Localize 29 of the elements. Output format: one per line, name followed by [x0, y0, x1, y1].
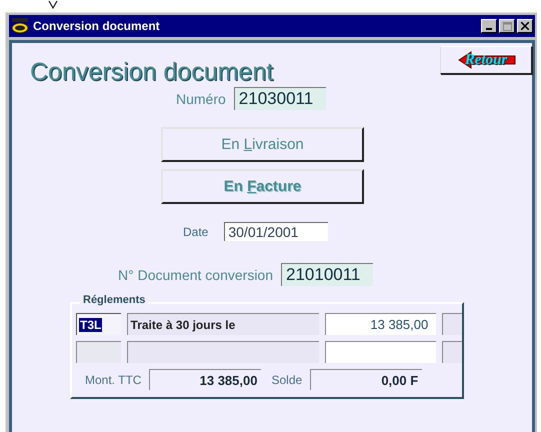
arrow-icon [457, 51, 517, 69]
amount-cell[interactable]: 13 385,00 [325, 313, 436, 335]
table-cell[interactable] [442, 313, 462, 335]
maximize-icon [502, 22, 512, 30]
maximize-button[interactable] [499, 19, 515, 33]
table-cell[interactable] [442, 341, 462, 363]
total-label: Mont. TTC [85, 372, 142, 386]
document-conversion-label: N° Document conversion [118, 266, 273, 282]
code-cell[interactable] [76, 341, 121, 363]
minimize-button[interactable] [481, 19, 497, 33]
window-title: Conversion document [33, 19, 161, 33]
close-button[interactable] [517, 19, 533, 33]
numero-label: Numéro [176, 90, 226, 106]
document-conversion-field: 21010011 [281, 263, 373, 286]
label-cell[interactable] [126, 341, 320, 363]
total-field: 13 385,00 [149, 369, 262, 390]
date-label: Date [183, 224, 208, 238]
balance-field: 0,00 F [310, 369, 422, 390]
date-field[interactable]: 30/01/2001 [224, 222, 328, 241]
app-logo-icon [11, 18, 29, 34]
numero-field: 21030011 [234, 87, 326, 110]
balance-label: Solde [271, 372, 302, 386]
code-cell[interactable]: T3L [76, 313, 121, 335]
close-icon [521, 22, 529, 30]
amount-cell[interactable] [325, 341, 436, 363]
caret-icon [48, 0, 58, 9]
label-cell[interactable]: Traite à 30 jours le [126, 313, 320, 335]
form-title: Conversion document [30, 58, 274, 87]
group-title: Réglements [80, 294, 148, 306]
